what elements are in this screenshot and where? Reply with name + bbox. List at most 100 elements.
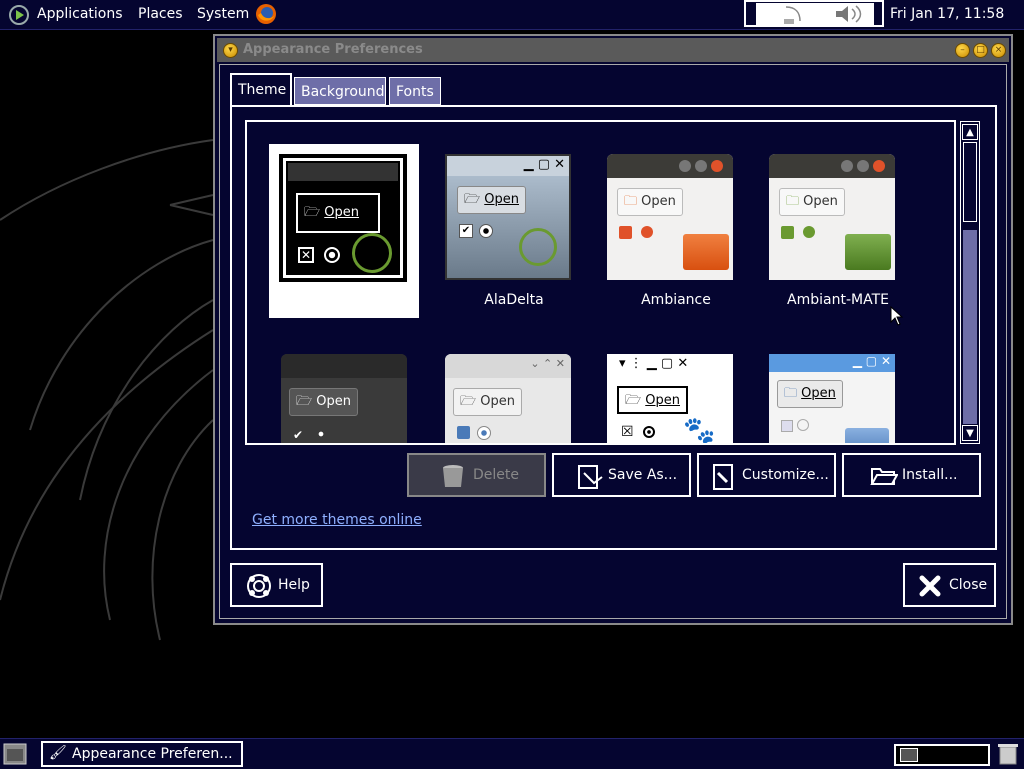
folder-icon: 🗀 — [624, 194, 638, 209]
workspace-1[interactable] — [900, 748, 918, 762]
theme-item[interactable]: ⌄ ⌃ ✕ 🗁 Open — [433, 344, 595, 443]
folder-icon: 🗁 — [460, 394, 477, 409]
volume-icon[interactable] — [830, 3, 870, 25]
radio-icon — [324, 247, 340, 263]
scroll-trough[interactable] — [963, 142, 977, 222]
delete-button[interactable]: Delete — [407, 453, 546, 497]
theme-name: Ambiance — [641, 292, 711, 308]
close-button[interactable]: Close — [903, 563, 996, 607]
theme-preview: ⌄ ⌃ ✕ 🗁 Open — [445, 354, 571, 443]
folder-icon — [845, 234, 891, 270]
customize-icon — [713, 464, 733, 490]
theme-preview: ▁ ▢ ✕ 🗁 Open ✔ — [445, 154, 571, 280]
folder-open-icon — [870, 468, 898, 485]
clock[interactable]: Fri Jan 17, 11:58 — [890, 6, 1004, 22]
theme-item[interactable]: 🗀 Open Ambiance — [595, 144, 757, 334]
theme-item[interactable]: 🗁 Open ✔ — [269, 344, 431, 443]
help-icon — [247, 574, 271, 598]
preview-window-controls: ▁ ▢ ✕ — [523, 157, 565, 172]
preview-window-controls: ▁ ▢ ✕ — [852, 354, 891, 368]
preview-open-button: 🗁 Open — [453, 388, 522, 416]
preview-titlebar — [288, 163, 398, 181]
theme-list-scrollbar[interactable]: ▲ ▼ — [960, 121, 980, 444]
preview-close-dot — [873, 160, 885, 172]
help-button[interactable]: Help — [230, 563, 323, 607]
radio-icon — [797, 419, 809, 431]
preview-open-button: 🗁 Open — [617, 386, 688, 414]
check-icon: ✔ — [293, 428, 304, 442]
check-icon — [781, 226, 794, 239]
preview-open-button: 🗀 Open — [779, 188, 845, 216]
save-as-button[interactable]: Save As... — [552, 453, 691, 497]
folder-icon: 🗁 — [304, 205, 321, 220]
preview-titlebar — [281, 354, 407, 378]
taskbar-appearance-preferences[interactable]: 🖌 Appearance Preferen... — [41, 741, 243, 767]
close-icon — [919, 575, 941, 597]
preview-window-controls: ▾ ⋮ ▁ ▢ ✕ — [619, 356, 689, 371]
window-title: Appearance Preferences — [243, 42, 423, 57]
preview-open-button: 🗀 Open — [777, 380, 843, 408]
window-menu-icon[interactable]: ▾ — [223, 43, 238, 58]
customize-button[interactable]: Customize... — [697, 453, 836, 497]
theme-item[interactable]: ▁ ▢ ✕ 🗀 Open — [757, 344, 919, 443]
preview-close-dot — [711, 160, 723, 172]
trash-icon — [443, 465, 463, 487]
tab-fonts[interactable]: Fonts — [389, 77, 441, 105]
workspace-switcher[interactable] — [894, 744, 990, 766]
theme-item[interactable]: 🗁 Open ✕ — [269, 144, 431, 334]
scroll-track[interactable] — [963, 142, 977, 427]
check-icon: ✔ — [459, 224, 473, 238]
folder-icon: 🗁 — [464, 192, 481, 207]
theme-list[interactable]: 🗁 Open ✕ ▁ ▢ ✕ 🗁 Open ✔ AlaDelta 🗀 Open … — [245, 120, 956, 445]
menu-system[interactable]: System — [197, 6, 249, 22]
close-window-icon[interactable]: × — [991, 43, 1006, 58]
preview-open-button: 🗁 Open — [457, 186, 526, 214]
scroll-thumb[interactable] — [963, 230, 977, 424]
folder-icon: 🗀 — [786, 194, 800, 209]
check-icon — [619, 226, 632, 239]
install-button[interactable]: Install... — [842, 453, 981, 497]
theme-preview: ▁ ▢ ✕ 🗀 Open — [769, 354, 895, 443]
tray-applet — [756, 3, 874, 25]
notification-area — [744, 0, 884, 27]
minimize-icon[interactable]: – — [955, 43, 970, 58]
menu-applications[interactable]: Applications — [37, 6, 123, 22]
top-panel: Applications Places System Fri Jan 17, 1… — [0, 0, 1024, 30]
radio-icon — [477, 426, 491, 440]
radio-icon — [803, 226, 815, 238]
theme-item[interactable]: ▁ ▢ ✕ 🗁 Open ✔ AlaDelta — [433, 144, 595, 334]
scroll-down-icon[interactable]: ▼ — [962, 425, 978, 441]
appearance-app-icon: 🖌 — [49, 745, 67, 761]
radio-icon — [479, 224, 493, 238]
folder-icon: 🗀 — [784, 386, 798, 401]
theme-name: AlaDelta — [484, 292, 544, 308]
firefox-icon[interactable] — [255, 3, 277, 25]
mate-logo-icon[interactable] — [8, 4, 30, 26]
trash-icon[interactable] — [998, 743, 1018, 765]
folder-icon — [845, 428, 889, 443]
check-icon — [457, 426, 470, 439]
check-icon: ☒ — [621, 424, 634, 440]
preview-open-button: 🗁 Open — [289, 388, 358, 416]
radio-icon — [643, 426, 655, 438]
menu-places[interactable]: Places — [138, 6, 183, 22]
check-icon: ✕ — [298, 247, 314, 263]
preview-min-dot — [679, 160, 691, 172]
scroll-up-icon[interactable]: ▲ — [962, 124, 978, 140]
tab-background[interactable]: Background — [294, 77, 386, 105]
preview-min-dot — [841, 160, 853, 172]
check-icon — [781, 420, 793, 432]
preview-open-button: 🗁 Open — [296, 193, 380, 233]
maximize-icon[interactable]: □ — [973, 43, 988, 58]
theme-item[interactable]: ▾ ⋮ ▁ ▢ ✕ 🗁 Open ☒ 🐾 — [595, 344, 757, 445]
preview-window-controls: ⌄ ⌃ ✕ — [530, 357, 565, 370]
get-more-themes-link[interactable]: Get more themes online — [252, 512, 422, 528]
theme-preview: 🗁 Open ✕ — [279, 154, 407, 282]
show-desktop-icon[interactable] — [3, 743, 27, 765]
preview-open-button: 🗀 Open — [617, 188, 683, 216]
paw-icon: 🐾 — [683, 416, 716, 445]
tab-theme[interactable]: Theme — [230, 73, 292, 105]
network-icon[interactable] — [756, 3, 816, 25]
radio-icon — [315, 428, 327, 440]
window-titlebar[interactable]: ▾ Appearance Preferences – □ × — [217, 38, 1009, 62]
